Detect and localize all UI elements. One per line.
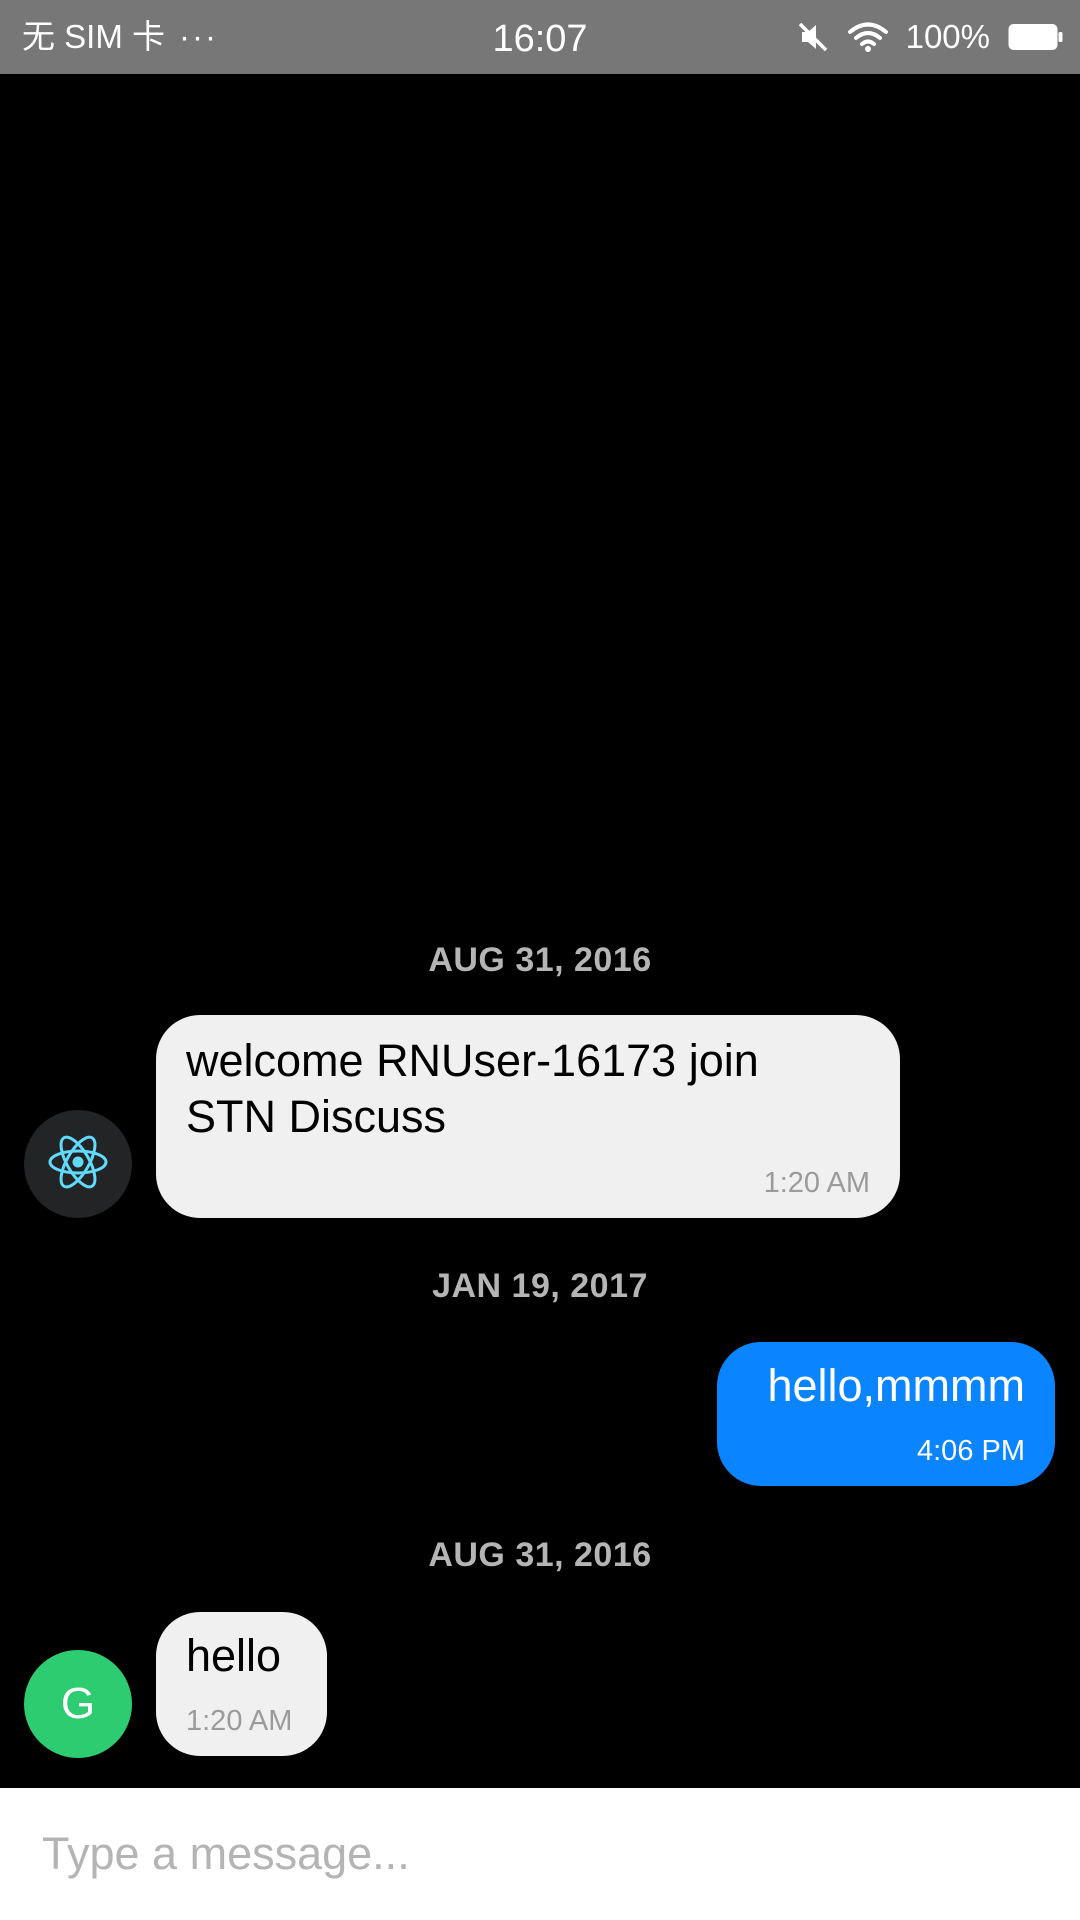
message-text-line: welcome RNUser-16173 join: [186, 1035, 759, 1086]
message-time: 4:06 PM: [917, 1435, 1025, 1467]
message-text: welcome RNUser-16173 join STN Discuss: [186, 1033, 759, 1145]
message-text: hello: [186, 1630, 282, 1681]
date-separator: AUG 31, 2016: [428, 941, 652, 979]
chat-screen: 无 SIM 卡 ··· 16:07 100% AUG 31, 2016 welc…: [0, 0, 1080, 1920]
message-time: 1:20 AM: [186, 1705, 293, 1737]
message-list[interactable]: AUG 31, 2016 welcome RNUser-16173 join S…: [0, 74, 1080, 1788]
message-input[interactable]: [42, 1808, 1042, 1900]
avatar[interactable]: G: [24, 1650, 132, 1758]
message-text: hello,mmmm: [767, 1360, 1025, 1411]
composer-bar: [0, 1788, 1080, 1920]
status-bar: 无 SIM 卡 ··· 16:07 100%: [0, 0, 1080, 74]
message-text-line: STN Discuss: [186, 1091, 447, 1142]
message-time: 1:20 AM: [763, 1167, 870, 1199]
wifi-icon: [847, 21, 888, 53]
avatar[interactable]: [24, 1110, 132, 1218]
message-bubble[interactable]: hello,mmmm 4:06 PM: [717, 1342, 1055, 1486]
status-right: 100%: [796, 0, 1064, 74]
date-separator: AUG 31, 2016: [428, 1536, 652, 1574]
message-bubble[interactable]: welcome RNUser-16173 join STN Discuss 1:…: [156, 1015, 900, 1218]
message-bubble[interactable]: hello 1:20 AM: [156, 1612, 327, 1756]
battery-percent: 100%: [905, 18, 990, 55]
date-separator: JAN 19, 2017: [432, 1267, 648, 1305]
react-logo-icon: [46, 1130, 110, 1199]
battery-icon: [1008, 22, 1064, 52]
avatar-initial: G: [60, 1679, 96, 1728]
mute-icon: [796, 20, 830, 54]
